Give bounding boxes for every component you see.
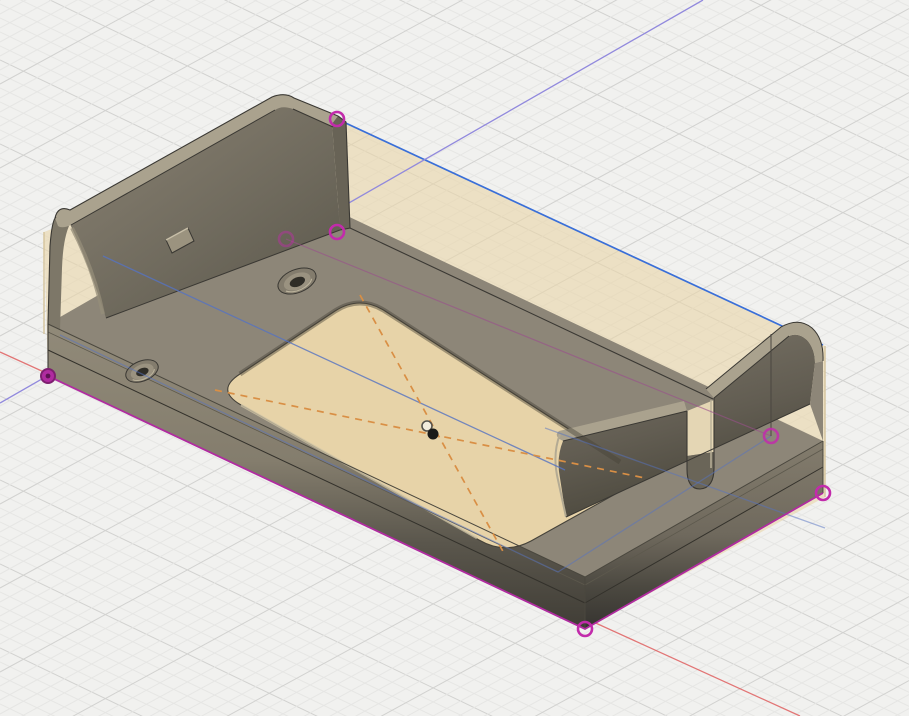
cad-viewport [0,0,909,716]
viewport-canvas[interactable] [0,0,909,716]
origin-point-center [46,374,51,379]
sketch-center-point[interactable] [428,429,439,440]
